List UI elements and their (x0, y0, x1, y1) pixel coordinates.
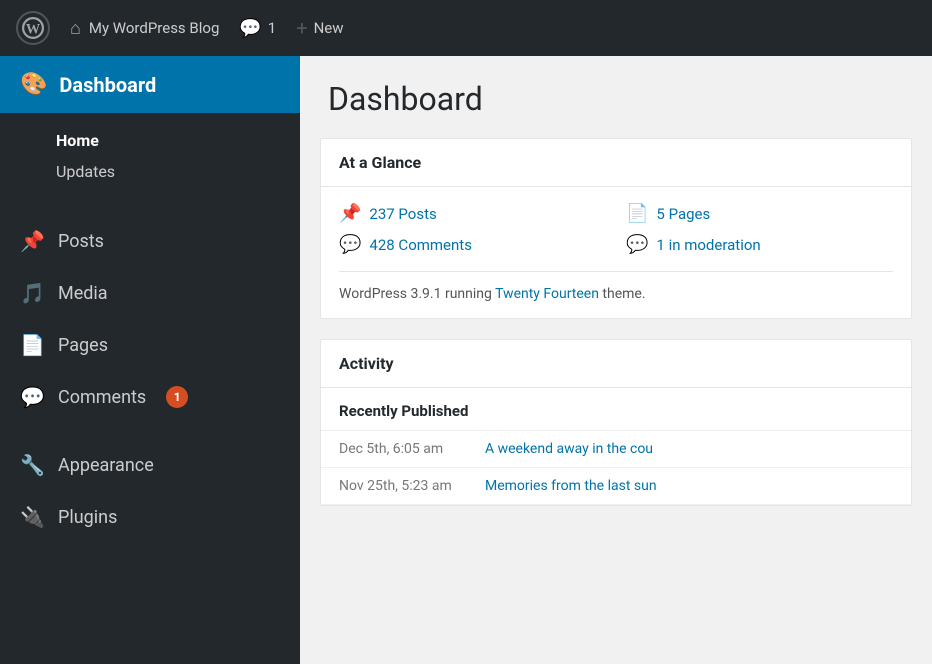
new-content-link[interactable]: + New (296, 16, 343, 40)
site-name-link[interactable]: ⌂ My WordPress Blog (70, 18, 219, 39)
home-icon: ⌂ (70, 18, 81, 39)
comments-badge: 1 (166, 386, 188, 408)
pages-icon: 📄 (20, 333, 44, 357)
wp-version-suffix: theme. (599, 286, 646, 302)
activity-item-1: Nov 25th, 5:23 am Memories from the last… (321, 468, 911, 505)
comments-stat-icon: 💬 (339, 234, 361, 255)
site-name-label: My WordPress Blog (89, 19, 220, 37)
posts-icon: 📌 (20, 229, 44, 253)
sidebar-pages-label: Pages (58, 335, 108, 356)
comments-count-link[interactable]: 428 Comments (369, 236, 472, 254)
activity-date-0: Dec 5th, 6:05 am (339, 441, 469, 457)
theme-link[interactable]: Twenty Fourteen (495, 286, 599, 302)
sidebar-item-updates[interactable]: Updates (56, 156, 300, 187)
sidebar-comments-label: Comments (58, 387, 146, 408)
at-a-glance-widget: At a Glance 📌 237 Posts 📄 5 Pages 💬 428 … (320, 138, 912, 319)
main-content: Dashboard At a Glance 📌 237 Posts 📄 5 Pa… (300, 56, 932, 664)
admin-bar: W ⌂ My WordPress Blog 💬 1 + New (0, 0, 932, 56)
sidebar-plugins-label: Plugins (58, 507, 117, 528)
sidebar: 🎨 Dashboard Home Updates 📌 Posts 🎵 Media… (0, 56, 300, 664)
page-title: Dashboard (300, 56, 932, 138)
at-a-glance-body: 📌 237 Posts 📄 5 Pages 💬 428 Comments 💬 1… (321, 187, 911, 318)
sidebar-item-posts[interactable]: 📌 Posts (0, 215, 300, 267)
sidebar-item-dashboard[interactable]: 🎨 Dashboard (0, 56, 300, 113)
dashboard-icon: 🎨 (20, 72, 47, 97)
comments-count-label: 1 (268, 19, 276, 37)
svg-text:W: W (26, 22, 41, 38)
posts-stat-icon: 📌 (339, 203, 361, 224)
comments-nav-icon: 💬 (20, 385, 44, 409)
recently-published-title: Recently Published (321, 388, 911, 431)
comments-icon: 💬 (239, 18, 261, 39)
wp-logo[interactable]: W (16, 11, 50, 45)
sidebar-item-home[interactable]: Home (56, 125, 300, 156)
posts-stat: 📌 237 Posts (339, 203, 606, 224)
pages-stat-icon: 📄 (626, 203, 648, 224)
dashboard-submenu: Home Updates (0, 113, 300, 199)
glance-stats-grid: 📌 237 Posts 📄 5 Pages 💬 428 Comments 💬 1… (339, 203, 893, 255)
activity-item-0: Dec 5th, 6:05 am A weekend away in the c… (321, 431, 911, 468)
media-icon: 🎵 (20, 281, 44, 305)
activity-widget: Activity Recently Published Dec 5th, 6:0… (320, 339, 912, 506)
pages-stat: 📄 5 Pages (626, 203, 893, 224)
at-a-glance-title: At a Glance (339, 153, 421, 172)
activity-link-1[interactable]: Memories from the last sun (485, 478, 657, 494)
moderation-count-link[interactable]: 1 in moderation (656, 236, 760, 254)
moderation-stat: 💬 1 in moderation (626, 234, 893, 255)
activity-header: Activity (321, 340, 911, 388)
activity-link-0[interactable]: A weekend away in the cou (485, 441, 653, 457)
appearance-icon: 🔧 (20, 453, 44, 477)
sidebar-dashboard-label: Dashboard (59, 73, 156, 97)
sidebar-media-label: Media (58, 283, 108, 304)
sidebar-appearance-label: Appearance (58, 455, 154, 476)
at-a-glance-header: At a Glance (321, 139, 911, 187)
posts-count-link[interactable]: 237 Posts (369, 205, 436, 223)
sidebar-posts-label: Posts (58, 231, 104, 252)
pages-count-link[interactable]: 5 Pages (656, 205, 710, 223)
plugins-icon: 🔌 (20, 505, 44, 529)
sidebar-item-appearance[interactable]: 🔧 Appearance (0, 439, 300, 491)
moderation-stat-icon: 💬 (626, 234, 648, 255)
new-label: New (314, 19, 344, 37)
wp-version-prefix: WordPress 3.9.1 running (339, 286, 495, 302)
sidebar-item-plugins[interactable]: 🔌 Plugins (0, 491, 300, 543)
wp-version-text: WordPress 3.9.1 running Twenty Fourteen … (339, 271, 893, 302)
sidebar-item-pages[interactable]: 📄 Pages (0, 319, 300, 371)
sidebar-item-media[interactable]: 🎵 Media (0, 267, 300, 319)
comments-link[interactable]: 💬 1 (239, 18, 276, 39)
sidebar-item-comments[interactable]: 💬 Comments 1 (0, 371, 300, 423)
comments-stat: 💬 428 Comments (339, 234, 606, 255)
activity-title: Activity (339, 354, 394, 373)
plus-icon: + (296, 16, 307, 40)
activity-date-1: Nov 25th, 5:23 am (339, 478, 469, 494)
